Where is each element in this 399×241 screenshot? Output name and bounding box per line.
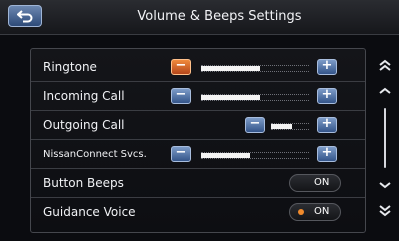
outgoing-call-plus-button[interactable]: + [317, 116, 337, 133]
setting-row-outgoing-call: Outgoing Call − + [31, 111, 365, 140]
nissanconnect-minus-button[interactable]: − [171, 145, 191, 162]
double-chevron-up-icon [379, 59, 391, 71]
guidance-voice-label: Guidance Voice [43, 205, 136, 219]
double-chevron-down-icon [379, 205, 391, 217]
setting-row-guidance-voice[interactable]: Guidance Voice ON [31, 198, 365, 227]
settings-panel: Ringtone − + Incoming Call − + Outgoing … [30, 48, 366, 233]
plus-icon: + [321, 145, 333, 160]
nissanconnect-volume-slider[interactable] [201, 152, 309, 159]
outgoing-call-minus-button[interactable]: − [245, 116, 265, 133]
on-indicator-icon [298, 209, 304, 215]
nissanconnect-label: NissanConnect Svcs. [43, 149, 147, 160]
back-button[interactable] [8, 5, 42, 27]
chevron-up-icon [379, 87, 391, 94]
ringtone-volume-fill [201, 66, 261, 71]
plus-icon: + [321, 58, 333, 73]
nissanconnect-plus-button[interactable]: + [317, 145, 337, 162]
setting-row-ringtone: Ringtone − + [31, 53, 365, 82]
scroll-up-button[interactable] [376, 84, 394, 98]
button-beeps-toggle[interactable]: ON [289, 174, 341, 192]
title-bar: Volume & Beeps Settings [0, 0, 399, 35]
button-beeps-label: Button Beeps [43, 176, 124, 190]
outgoing-call-label: Outgoing Call [43, 118, 125, 132]
minus-icon: − [175, 145, 187, 160]
outgoing-call-volume-slider[interactable] [271, 123, 309, 130]
ringtone-plus-button[interactable]: + [317, 58, 337, 75]
page-title: Volume & Beeps Settings [137, 9, 302, 24]
plus-icon: + [321, 116, 333, 131]
ringtone-label: Ringtone [43, 60, 97, 74]
incoming-call-minus-button[interactable]: − [171, 87, 191, 104]
page-up-button[interactable] [376, 58, 394, 72]
chevron-down-icon [379, 182, 391, 189]
minus-icon: − [175, 87, 187, 102]
setting-row-button-beeps[interactable]: Button Beeps ON [31, 169, 365, 198]
incoming-call-volume-fill [201, 95, 261, 100]
back-arrow-icon [17, 10, 33, 23]
ringtone-volume-slider[interactable] [201, 65, 309, 72]
incoming-call-plus-button[interactable]: + [317, 87, 337, 104]
scrollbar[interactable] [384, 108, 386, 168]
minus-icon: − [175, 58, 187, 73]
scroll-down-button[interactable] [376, 178, 394, 192]
guidance-voice-value: ON [314, 206, 330, 217]
setting-row-incoming-call: Incoming Call − + [31, 82, 365, 111]
plus-icon: + [321, 87, 333, 102]
ringtone-minus-button[interactable]: − [171, 58, 191, 75]
setting-row-nissanconnect: NissanConnect Svcs. − + [31, 140, 365, 169]
incoming-call-volume-slider[interactable] [201, 94, 309, 101]
nissanconnect-volume-fill [201, 153, 250, 158]
guidance-voice-toggle[interactable]: ON [289, 203, 341, 221]
button-beeps-value: ON [314, 177, 330, 188]
minus-icon: − [249, 116, 261, 131]
outgoing-call-volume-fill [271, 124, 292, 129]
incoming-call-label: Incoming Call [43, 89, 125, 103]
page-down-button[interactable] [376, 204, 394, 218]
